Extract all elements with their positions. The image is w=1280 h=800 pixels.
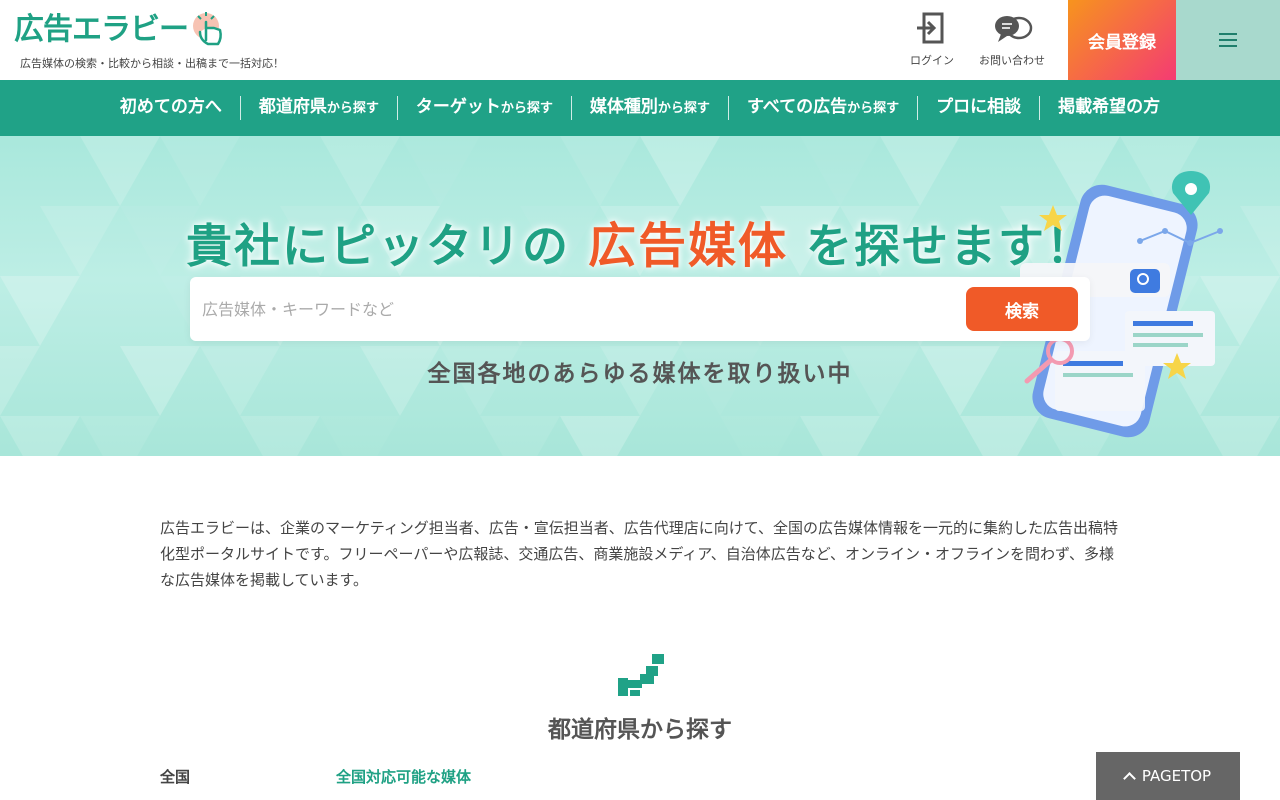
- pagetop-label: PAGETOP: [1141, 767, 1212, 785]
- nav-item-target[interactable]: ターゲットから探す: [396, 96, 571, 120]
- login-link[interactable]: ログイン: [887, 10, 977, 68]
- region-label-nationwide: 全国: [160, 768, 191, 786]
- site-logo[interactable]: 広告エラビー: [14, 8, 222, 52]
- pattern-triangle: [560, 416, 640, 456]
- pattern-triangle: [320, 136, 400, 206]
- nav-item-label: 初めての方へ: [119, 97, 222, 117]
- chevron-up-icon: [1123, 772, 1136, 785]
- nationwide-media-link[interactable]: 全国対応可能な媒体: [336, 766, 471, 787]
- nav-item-suffix: から探す: [657, 101, 710, 116]
- site-header: 広告エラビー 広告媒体の検索・比較から相談・出稿まで一括対応！ ログイン お問い…: [0, 0, 1280, 80]
- search-input[interactable]: [202, 289, 952, 329]
- nav-item-label: ターゲット: [415, 97, 501, 117]
- hero-title-highlight: 広告媒体: [587, 218, 788, 274]
- site-tagline: 広告媒体の検索・比較から相談・出稿まで一括対応！: [20, 57, 284, 70]
- pattern-triangle: [560, 136, 640, 206]
- nav-item-label: 媒体種別: [589, 97, 658, 117]
- pointer-hand-icon: [193, 12, 222, 46]
- nav-item-label: プロに相談: [936, 97, 1022, 117]
- pattern-triangle: [160, 136, 240, 206]
- search-button[interactable]: 検索: [966, 287, 1078, 331]
- nav-item-prefecture[interactable]: 都道府県から探す: [239, 96, 397, 120]
- pattern-triangle: [80, 416, 160, 456]
- nav-item-label: 都道府県: [258, 97, 327, 117]
- contact-label: お問い合わせ: [979, 54, 1045, 67]
- nav-item-media-type[interactable]: 媒体種別から探す: [570, 96, 728, 120]
- hero-subtitle: 全国各地のあらゆる媒体を取り扱い中: [427, 361, 853, 387]
- pattern-triangle: [240, 416, 320, 456]
- nav-item-consult-pro[interactable]: プロに相談: [917, 96, 1039, 120]
- login-icon: [917, 12, 944, 44]
- contact-link[interactable]: お問い合わせ: [967, 10, 1057, 68]
- hero-title-pre: 貴社にピッタリの: [185, 219, 570, 273]
- pattern-triangle: [0, 416, 80, 456]
- nav-item-suffix: から探す: [326, 101, 379, 116]
- logo-text: 広告エラビー: [14, 12, 189, 47]
- pattern-triangle: [320, 416, 400, 456]
- login-label: ログイン: [910, 54, 954, 67]
- pattern-triangle: [800, 416, 880, 456]
- main-nav: 初めての方へ 都道府県から探す ターゲットから探す 媒体種別から探す すべての広…: [0, 80, 1280, 136]
- nav-item-label: すべての広告: [746, 97, 848, 117]
- nav-item-listing-request[interactable]: 掲載希望の方: [1039, 96, 1178, 120]
- pattern-triangle: [800, 136, 880, 206]
- pattern-triangle: [880, 136, 960, 206]
- hero-banner: 貴社にピッタリの 広告媒体 を探せます！ 検索 全国各地のあらゆる媒体を取り扱い…: [0, 136, 1280, 456]
- pattern-triangle: [720, 416, 800, 456]
- hamburger-menu-button[interactable]: [1176, 0, 1280, 80]
- chat-bubbles-icon: [995, 16, 1033, 42]
- intro-text: 広告エラビーは、企業のマーケティング担当者、広告・宣伝担当者、広告代理店に向けて…: [160, 519, 1119, 589]
- pattern-triangle: [400, 136, 480, 206]
- nav-item-suffix: から探す: [500, 101, 553, 116]
- nav-item-label: 掲載希望の方: [1058, 97, 1161, 117]
- pagetop-button[interactable]: PAGETOP: [1096, 752, 1240, 800]
- hamburger-icon: [1219, 33, 1237, 47]
- nav-item-first-time[interactable]: 初めての方へ: [102, 96, 240, 120]
- search-box: 検索: [190, 277, 1090, 341]
- japan-map-icon: [618, 654, 664, 696]
- pattern-triangle: [640, 136, 720, 206]
- section-title-prefecture: 都道府県から探す: [548, 717, 732, 743]
- nav-item-suffix: から探す: [847, 101, 900, 116]
- pattern-triangle: [80, 136, 160, 206]
- pattern-triangle: [0, 276, 80, 346]
- register-button[interactable]: 会員登録: [1068, 0, 1176, 80]
- nav-item-all-ads[interactable]: すべての広告から探す: [727, 96, 917, 120]
- pattern-triangle: [480, 416, 560, 456]
